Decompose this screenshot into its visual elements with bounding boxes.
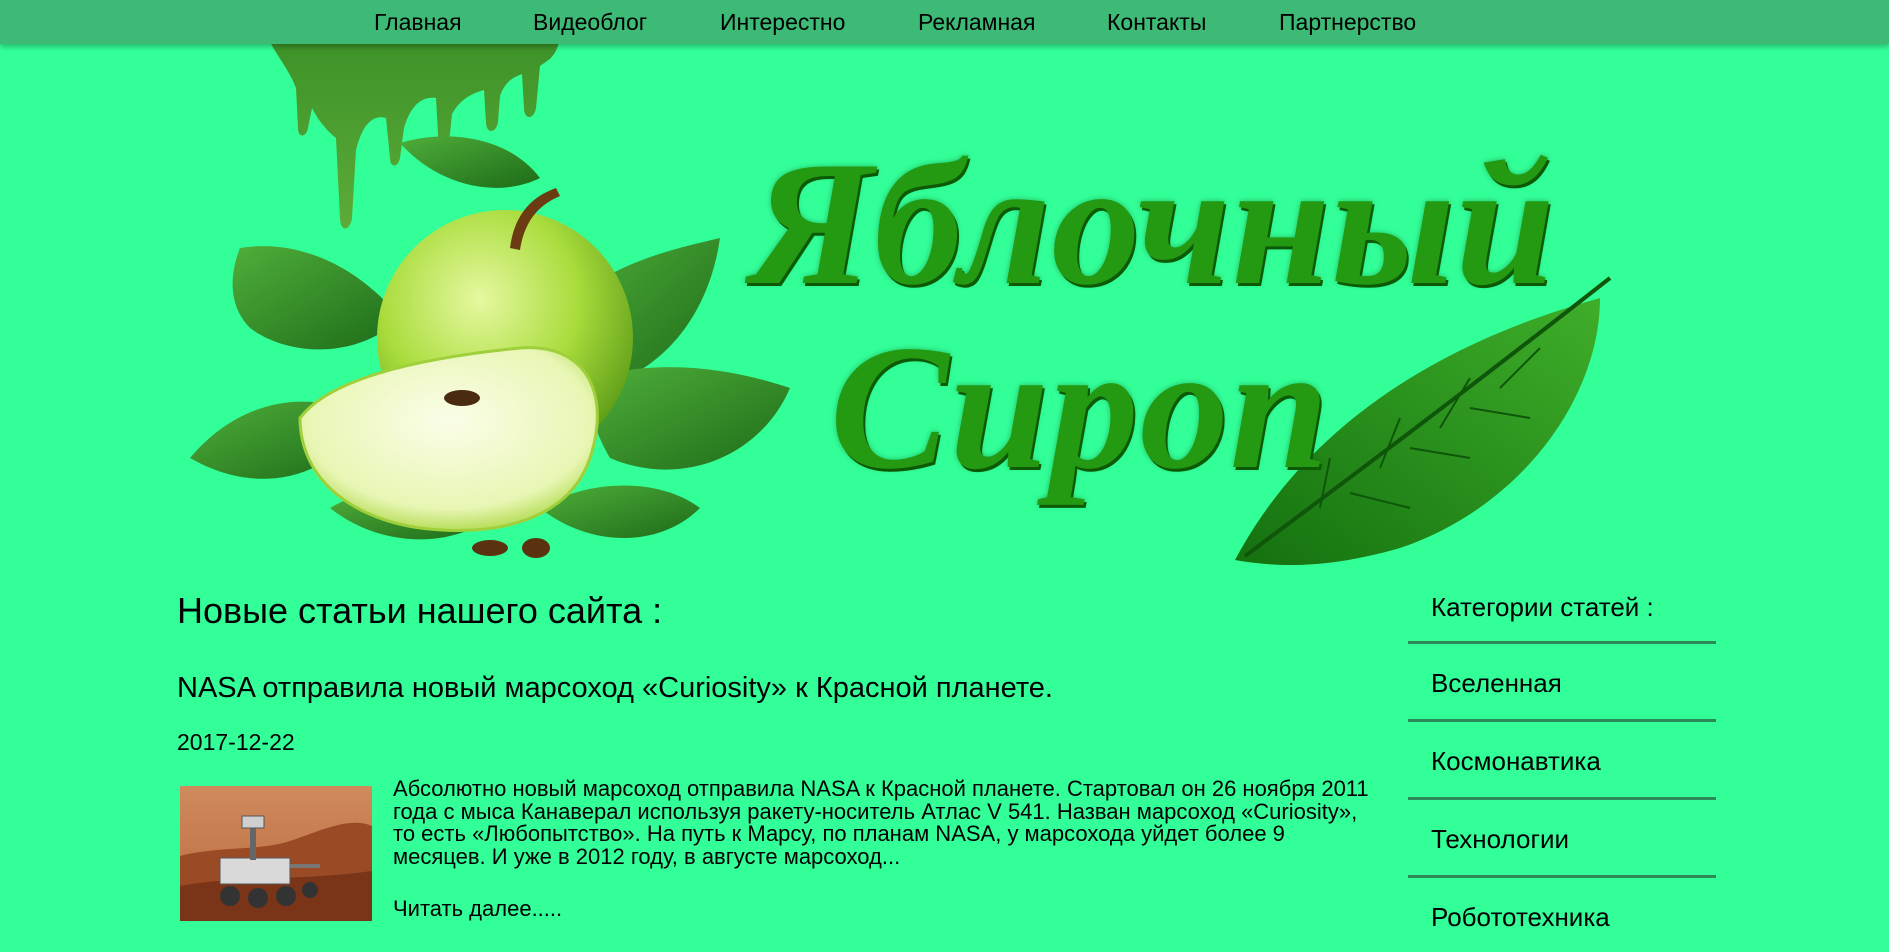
- logo-title-line1: Яблочный: [750, 124, 1556, 322]
- sidebar-title: Категории статей :: [1408, 578, 1716, 644]
- category-item-universe[interactable]: Вселенная: [1408, 644, 1716, 722]
- article-excerpt: Абсолютно новый марсоход отправила NASA …: [393, 776, 1369, 869]
- nav-item-interesting[interactable]: Интерестно: [720, 9, 845, 36]
- nav-item-videoblog[interactable]: Видеоблог: [533, 9, 647, 36]
- category-item-technology[interactable]: Технологии: [1408, 800, 1716, 878]
- categories-sidebar: Категории статей : Вселенная Космонавтик…: [1408, 578, 1716, 952]
- site-header-banner: Яблочный Сироп: [0, 38, 1889, 578]
- logo-title-line2: Сироп: [830, 308, 1330, 506]
- mars-rover-image: [180, 786, 372, 921]
- section-title: Новые статьи нашего сайта :: [177, 590, 663, 631]
- category-item-cosmonautics[interactable]: Космонавтика: [1408, 722, 1716, 800]
- top-navigation: Главная Видеоблог Интерестно Рекламная К…: [0, 0, 1889, 44]
- article-date: 2017-12-22: [177, 729, 295, 755]
- syrup-drip-icon: [268, 38, 560, 229]
- nav-item-contacts[interactable]: Контакты: [1107, 9, 1206, 36]
- nav-item-home[interactable]: Главная: [374, 9, 462, 36]
- article-thumbnail-image[interactable]: [180, 786, 372, 921]
- category-item-robotics[interactable]: Робототехника: [1408, 878, 1716, 952]
- nav-item-advertising[interactable]: Рекламная: [918, 9, 1035, 36]
- article-title-link[interactable]: NASA отправила новый марсоход «Curiosity…: [177, 672, 1053, 705]
- nav-item-partnership[interactable]: Партнерство: [1279, 9, 1416, 36]
- category-list: Вселенная Космонавтика Технологии Робото…: [1408, 644, 1716, 952]
- read-more-link[interactable]: Читать далее.....: [393, 896, 562, 922]
